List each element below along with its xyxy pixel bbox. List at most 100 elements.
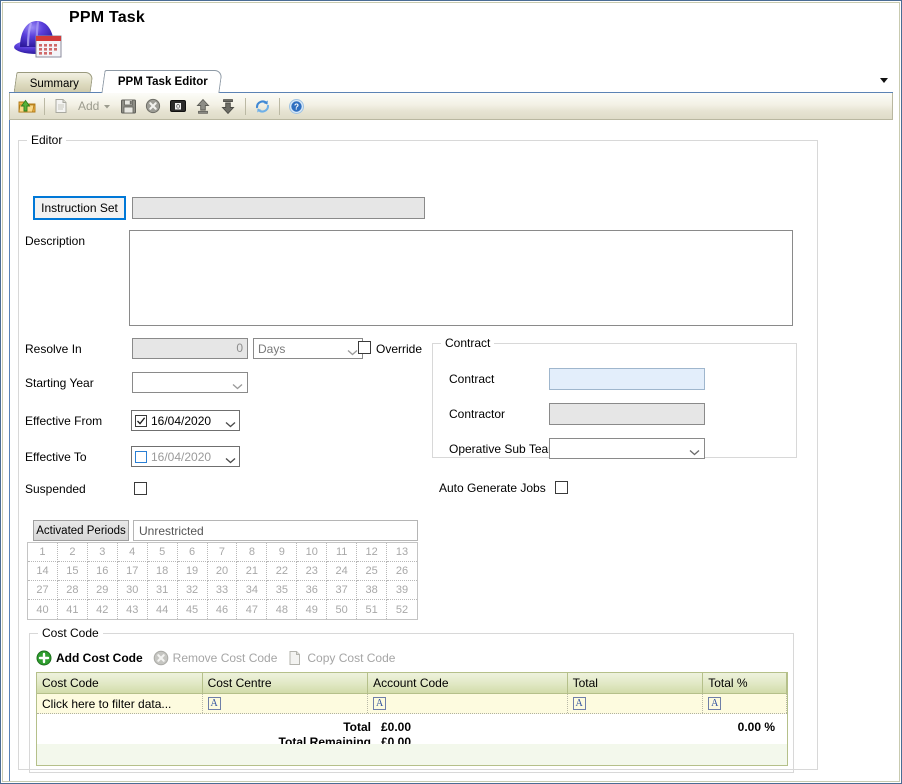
period-cell[interactable]: 15 [57,562,88,581]
period-cell[interactable]: 26 [387,562,417,581]
periods-restriction-value[interactable]: Unrestricted [133,520,418,541]
period-cell[interactable]: 24 [327,562,358,581]
grid-filter-cell[interactable]: A [368,694,568,713]
filter-icon[interactable]: A [207,697,221,710]
contractor-input[interactable] [549,403,705,425]
filter-icon[interactable]: A [708,697,722,710]
resolve-in-input[interactable]: 0 [132,338,248,359]
auto-generate-jobs-checkbox[interactable] [555,481,568,494]
period-cell[interactable]: 49 [297,600,328,619]
period-cell[interactable]: 11 [327,543,358,562]
floppy-disk-icon[interactable] [116,95,140,118]
period-cell[interactable]: 44 [148,600,178,619]
period-cell[interactable]: 52 [387,600,417,619]
folder-up-arrow-icon[interactable] [15,95,39,118]
period-cell[interactable]: 7 [207,543,238,562]
effective-from-checkbox[interactable] [135,414,147,427]
grid-filter-cell[interactable]: Click here to filter data... [37,694,203,713]
grid-filter-row[interactable]: Click here to filter data... A A A A [37,694,787,714]
period-cell[interactable]: 34 [237,581,268,600]
period-cell[interactable]: 37 [327,581,358,600]
resolve-in-unit-select[interactable]: Days [253,338,363,359]
period-cell[interactable]: 19 [177,562,208,581]
add-button[interactable]: Add [74,95,115,118]
period-cell[interactable]: 17 [117,562,148,581]
arrow-down-icon[interactable] [216,95,240,118]
period-cell[interactable]: 3 [87,543,118,562]
period-cell[interactable]: 47 [237,600,268,619]
period-cell[interactable]: 27 [28,581,58,600]
period-cell[interactable]: 6 [177,543,208,562]
cancel-circle-icon[interactable] [141,95,165,118]
period-cell[interactable]: 51 [357,600,388,619]
instruction-set-button[interactable]: Instruction Set [33,196,126,220]
period-cell[interactable]: 14 [28,562,58,581]
chevron-down-icon[interactable] [225,417,236,428]
period-cell[interactable]: 9 [267,543,298,562]
effective-to-checkbox[interactable] [135,450,147,463]
period-cell[interactable]: 22 [267,562,298,581]
question-mark-icon[interactable]: ? [284,95,308,118]
arrow-up-icon[interactable] [191,95,215,118]
period-cell[interactable]: 35 [267,581,298,600]
period-cell[interactable]: 10 [297,543,328,562]
period-cell[interactable]: 8 [237,543,268,562]
period-cell[interactable]: 25 [357,562,388,581]
contract-input[interactable] [549,368,705,390]
period-cell[interactable]: 5 [147,543,178,562]
grid-column-header[interactable]: Total % [703,673,787,693]
period-cell[interactable]: 36 [297,581,328,600]
period-cell[interactable]: 45 [178,600,208,619]
period-cell[interactable]: 4 [117,543,148,562]
operative-sub-team-select[interactable] [549,438,705,459]
grid-column-header[interactable]: Account Code [368,673,568,693]
tab-ppm-task-editor[interactable]: PPM Task Editor [101,70,223,93]
refresh-icon[interactable] [250,95,274,118]
effective-to-datepicker[interactable]: 16/04/2020 [131,446,240,467]
filter-icon[interactable]: A [572,697,586,710]
period-cell[interactable]: 31 [147,581,178,600]
period-cell[interactable]: 23 [297,562,328,581]
suspended-checkbox[interactable] [134,482,147,495]
chevron-down-icon[interactable] [225,453,236,464]
effective-from-datepicker[interactable]: 16/04/2020 [131,410,240,431]
add-cost-code-button[interactable]: Add Cost Code [36,650,143,666]
grid-column-header[interactable]: Cost Centre [203,673,369,693]
description-input[interactable] [129,230,793,326]
activated-periods-button[interactable]: Activated Periods [33,520,129,541]
period-cell[interactable]: 46 [208,600,238,619]
grid-filter-cell[interactable]: A [568,694,704,713]
period-cell[interactable]: 32 [177,581,208,600]
period-cell[interactable]: 16 [87,562,118,581]
instruction-set-value[interactable] [132,197,425,219]
period-cell[interactable]: 30 [117,581,148,600]
period-cell[interactable]: 38 [357,581,388,600]
override-checkbox[interactable] [358,341,371,354]
period-cell[interactable]: 1 [28,543,58,562]
period-cell[interactable]: 28 [57,581,88,600]
grid-filter-cell[interactable]: A [203,694,369,713]
period-cell[interactable]: 2 [57,543,88,562]
period-cell[interactable]: 18 [147,562,178,581]
black-box-zero-icon[interactable]: 0 [166,95,190,118]
period-cell[interactable]: 42 [88,600,118,619]
period-cell[interactable]: 43 [118,600,148,619]
grid-filter-cell[interactable]: A [703,694,787,713]
period-cell[interactable]: 29 [87,581,118,600]
period-cell[interactable]: 39 [387,581,417,600]
period-cell[interactable]: 21 [237,562,268,581]
tab-summary[interactable]: Summary [13,72,94,93]
starting-year-select[interactable] [132,372,248,393]
period-cell[interactable]: 41 [58,600,88,619]
period-cell[interactable]: 40 [28,600,58,619]
activated-periods-grid[interactable]: 1 2 3 4 5 6 7 8 9 10 11 12 13 14 15 16 17 18 19 20 21 22 23 24 2… [27,542,418,620]
period-cell[interactable]: 48 [267,600,298,619]
period-cell[interactable]: 33 [207,581,238,600]
grid-column-header[interactable]: Cost Code [37,673,203,693]
period-cell[interactable]: 20 [207,562,238,581]
period-cell[interactable]: 12 [357,543,388,562]
filter-icon[interactable]: A [373,697,387,710]
period-cell[interactable]: 50 [327,600,358,619]
grid-column-header[interactable]: Total [568,673,704,693]
chevron-down-icon[interactable] [877,73,891,87]
